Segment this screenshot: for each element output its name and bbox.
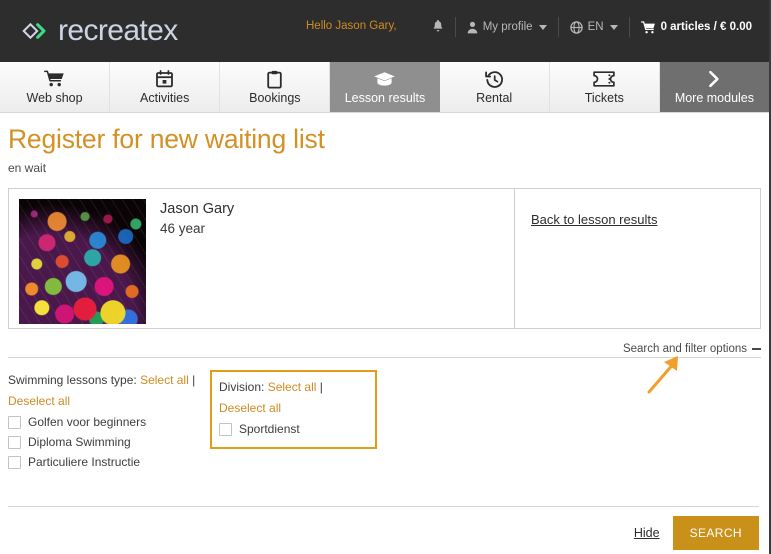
filter-group-header: Swimming lessons type: Select all | Dese… xyxy=(8,370,203,412)
search-filter-options-toggle[interactable]: Search and filter options xyxy=(623,343,761,355)
top-bar: recreatex Hello Jason Gary, My profile E… xyxy=(0,0,769,62)
search-filter-options-label: Search and filter options xyxy=(622,343,747,355)
tab-label: Bookings xyxy=(249,91,301,105)
user-icon xyxy=(467,21,478,34)
filter-option-label: Particuliere Instructie xyxy=(28,455,141,469)
profile-name: Jason Gary xyxy=(160,201,235,217)
link-separator: | xyxy=(319,380,323,394)
chevron-down-icon xyxy=(609,24,618,30)
graduation-cap-icon xyxy=(373,69,396,89)
filter-option-label: Diploma Swimming xyxy=(28,435,131,449)
cart-icon xyxy=(640,20,656,34)
tab-rental[interactable]: Rental xyxy=(439,62,550,112)
profile-card-right: Back to lesson results xyxy=(515,189,760,328)
tab-web-shop[interactable]: Web shop xyxy=(0,62,111,112)
nav-divider-2 xyxy=(557,17,559,37)
main-nav-tabs: Web shop Activities Bookings Lesson resu… xyxy=(0,62,769,113)
bell-icon xyxy=(432,20,444,34)
app-page: recreatex Hello Jason Gary, My profile E… xyxy=(0,0,771,554)
page-title: Register for new waiting list xyxy=(8,124,325,154)
greeting-text: Hello Jason Gary, xyxy=(306,20,397,32)
my-profile-menu[interactable]: My profile xyxy=(458,21,556,34)
select-all-link[interactable]: Select all xyxy=(268,380,317,394)
filter-group-division: Division: Select all | Deselect all Spor… xyxy=(210,370,377,449)
deselect-all-link[interactable]: Deselect all xyxy=(8,394,70,408)
page-subtitle: en wait xyxy=(8,161,47,175)
tab-lesson-results[interactable]: Lesson results xyxy=(330,62,440,112)
notifications-button[interactable] xyxy=(423,20,453,34)
checkbox[interactable] xyxy=(8,415,21,429)
filter-option-label: Golfen voor beginners xyxy=(28,415,147,429)
language-label: EN xyxy=(587,21,604,33)
profile-details: Jason Gary 46 year xyxy=(160,199,234,318)
minus-icon xyxy=(752,348,761,350)
divider-above-actions xyxy=(8,506,759,507)
my-profile-label: My profile xyxy=(482,21,533,33)
shopping-cart-icon xyxy=(44,69,65,89)
tab-activities[interactable]: Activities xyxy=(110,62,221,112)
filter-group-header: Division: Select all | Deselect all xyxy=(219,377,368,419)
filter-option-row[interactable]: Diploma Swimming xyxy=(8,432,203,452)
cart-summary-label: 0 articles / € 0.00 xyxy=(660,21,752,33)
filter-option-label: Sportdienst xyxy=(239,422,300,436)
filter-group-swimming-lessons-type: Swimming lessons type: Select all | Dese… xyxy=(8,370,203,472)
chevron-down-icon xyxy=(538,24,547,30)
language-menu[interactable]: EN xyxy=(561,20,627,34)
diamond-chevron-logo-icon xyxy=(12,16,48,46)
filter-option-row[interactable]: Particuliere Instructie xyxy=(8,452,203,472)
globe-icon xyxy=(569,20,583,34)
tab-tickets[interactable]: Tickets xyxy=(549,62,660,112)
nav-divider-1 xyxy=(454,17,456,37)
clipboard-icon xyxy=(267,69,283,89)
tab-bookings[interactable]: Bookings xyxy=(220,62,331,112)
search-button[interactable]: SEARCH xyxy=(672,516,759,550)
tab-label: Rental xyxy=(476,91,513,105)
tab-label: More modules xyxy=(674,91,755,105)
back-to-lesson-results-link[interactable]: Back to lesson results xyxy=(531,212,657,227)
tab-more-modules[interactable]: More modules xyxy=(659,62,769,112)
top-nav: My profile EN 0 articles / € 0.00 xyxy=(423,17,761,37)
ticket-icon xyxy=(593,69,616,89)
cart-button[interactable]: 0 articles / € 0.00 xyxy=(632,20,761,34)
brand-logo[interactable]: recreatex xyxy=(0,14,178,48)
filter-option-row[interactable]: Sportdienst xyxy=(219,419,368,439)
filter-group-title: Swimming lessons type: xyxy=(8,373,137,387)
chevron-right-icon xyxy=(707,69,721,89)
tab-label: Lesson results xyxy=(344,91,426,105)
search-filter-header: Search and filter options xyxy=(8,329,761,357)
tab-label: Web shop xyxy=(26,91,83,105)
filter-group-title: Division: xyxy=(219,380,265,394)
profile-age: 46 year xyxy=(160,221,206,236)
profile-card-left: Jason Gary 46 year xyxy=(9,189,515,328)
clock-rewind-icon xyxy=(484,69,504,89)
checkbox[interactable] xyxy=(8,435,21,449)
brand-name: recreatex xyxy=(58,14,178,47)
filter-option-row[interactable]: Golfen voor beginners xyxy=(8,412,203,432)
profile-card: Jason Gary 46 year Back to lesson result… xyxy=(8,188,761,329)
checkbox[interactable] xyxy=(219,422,232,436)
filter-panel: Swimming lessons type: Select all | Dese… xyxy=(8,358,761,472)
deselect-all-link[interactable]: Deselect all xyxy=(219,401,281,415)
footer-actions: Hide SEARCH xyxy=(634,516,759,550)
tab-label: Tickets xyxy=(584,91,624,105)
hide-link[interactable]: Hide xyxy=(634,526,660,540)
select-all-link[interactable]: Select all xyxy=(140,373,189,387)
checkbox[interactable] xyxy=(8,455,21,469)
avatar xyxy=(19,199,146,324)
nav-divider-3 xyxy=(628,17,630,37)
tab-label: Activities xyxy=(140,91,190,105)
page-header: Register for new waiting list en wait xyxy=(0,113,769,175)
link-separator: | xyxy=(192,373,196,387)
calendar-icon xyxy=(156,69,174,89)
